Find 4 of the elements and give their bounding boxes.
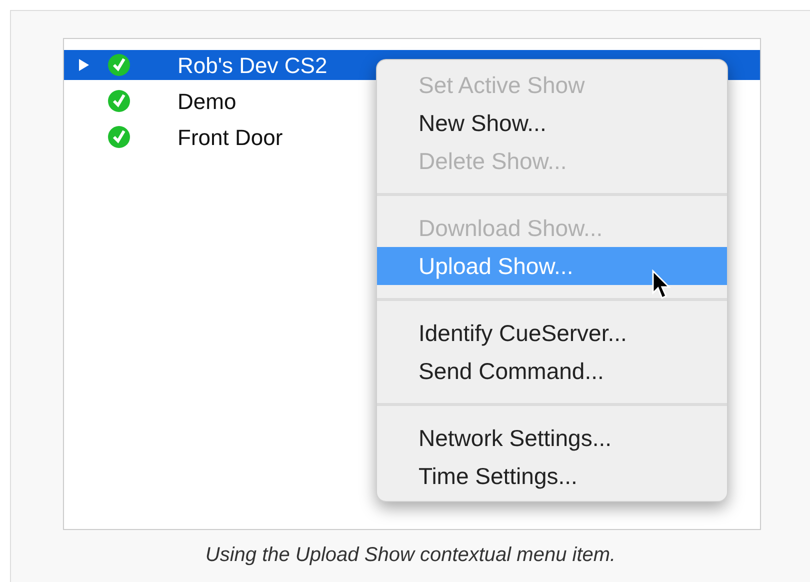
figure-caption: Using the Upload Show contextual menu item. <box>205 543 616 568</box>
device-name: Demo <box>178 88 238 116</box>
device-name: Rob's Dev CS2 <box>178 52 328 80</box>
device-name: Front Door <box>178 124 284 152</box>
